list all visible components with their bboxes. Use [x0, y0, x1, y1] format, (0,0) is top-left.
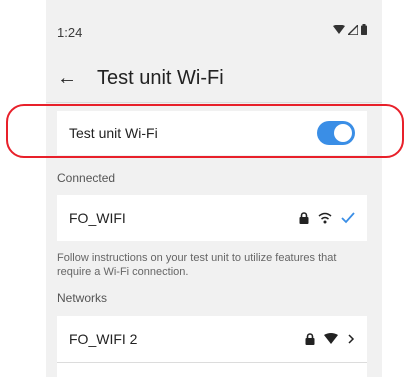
network-name: FO_WIFI 2 — [69, 331, 138, 347]
wifi-signal-icon — [333, 24, 345, 34]
connected-section-header: Connected — [57, 171, 116, 185]
lock-icon — [305, 333, 315, 345]
highlight-outline — [6, 104, 404, 158]
app-bar: ← Test unit Wi-Fi — [57, 64, 224, 92]
network-row[interactable]: FO_WIFI 2 — [57, 316, 367, 362]
page-title: Test unit Wi-Fi — [97, 66, 224, 89]
connected-network-name: FO_WIFI — [69, 210, 126, 226]
chevron-right-icon[interactable] — [347, 333, 355, 345]
connected-check-icon — [341, 212, 355, 224]
status-icons — [333, 24, 367, 35]
connection-note: Follow instructions on your test unit to… — [57, 252, 337, 278]
connected-network-row[interactable]: FO_WIFI — [57, 195, 367, 241]
next-network-row[interactable] — [57, 363, 367, 377]
battery-icon — [361, 24, 367, 35]
lock-icon — [299, 212, 309, 224]
phone-screen: 1:24 ← Test unit Wi-Fi Test unit Wi-Fi C… — [46, 0, 382, 377]
wifi-icon — [318, 212, 332, 224]
back-arrow-icon[interactable]: ← — [57, 67, 87, 90]
wifi-signal-icon — [324, 333, 338, 344]
status-bar: 1:24 — [57, 23, 367, 43]
networks-section-header: Networks — [57, 291, 108, 305]
cell-signal-icon — [348, 24, 358, 35]
appbar-divider — [46, 102, 382, 103]
status-time: 1:24 — [57, 25, 83, 40]
